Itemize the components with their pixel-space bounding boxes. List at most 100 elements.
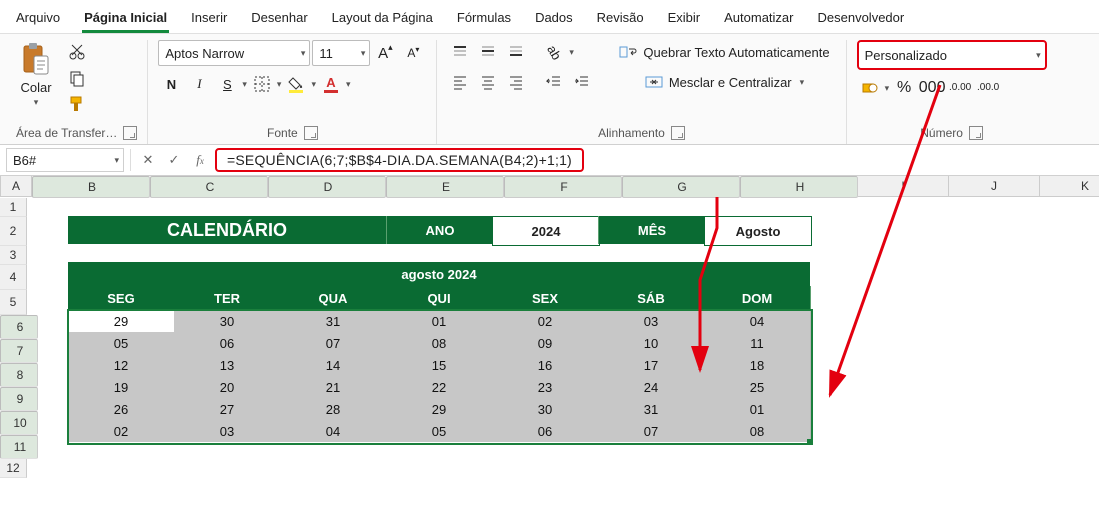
column-header[interactable]: G xyxy=(622,176,740,198)
bold-button[interactable]: N xyxy=(158,72,184,96)
column-header[interactable]: F xyxy=(504,176,622,198)
calendar-day-cell[interactable]: 18 xyxy=(704,354,811,376)
font-size-select[interactable]: 11▾ xyxy=(312,40,370,66)
calendar-day-cell[interactable]: 08 xyxy=(704,420,811,442)
column-header[interactable]: D xyxy=(268,176,386,198)
calendar-day-cell[interactable]: 01 xyxy=(704,398,811,420)
decrease-decimal-button[interactable]: .00.0 xyxy=(975,76,1001,100)
calendar-day-cell[interactable]: 05 xyxy=(386,420,493,442)
chevron-down-icon[interactable]: ▾ xyxy=(277,79,282,90)
calendar-day-cell[interactable]: 03 xyxy=(174,420,281,442)
font-name-select[interactable]: Aptos Narrow▾ xyxy=(158,40,310,66)
tab-p-gina-inicial[interactable]: Página Inicial xyxy=(72,4,179,33)
row-header[interactable]: 4 xyxy=(0,265,27,290)
day-header-cell[interactable]: SEG xyxy=(68,286,175,310)
align-right-button[interactable] xyxy=(503,70,529,94)
calendar-title-cell[interactable]: CALENDÁRIO xyxy=(68,216,386,244)
column-header[interactable]: K xyxy=(1040,176,1099,197)
calendar-day-cell[interactable]: 02 xyxy=(492,310,599,332)
row-header[interactable]: 8 xyxy=(0,363,38,387)
day-header-cell[interactable]: DOM xyxy=(704,286,811,310)
calendar-day-cell[interactable]: 31 xyxy=(280,310,387,332)
tab-dados[interactable]: Dados xyxy=(523,4,585,33)
increase-decimal-button[interactable]: .0.00 xyxy=(947,76,973,100)
tab-inserir[interactable]: Inserir xyxy=(179,4,239,33)
calendar-day-cell[interactable]: 06 xyxy=(174,332,281,354)
row-header[interactable]: 3 xyxy=(0,246,27,265)
calendar-day-cell[interactable]: 03 xyxy=(598,310,705,332)
dialog-launcher-icon[interactable] xyxy=(969,126,983,140)
calendar-day-cell[interactable]: 30 xyxy=(492,398,599,420)
copy-button[interactable] xyxy=(64,66,90,90)
column-header[interactable]: E xyxy=(386,176,504,198)
column-header[interactable]: H xyxy=(740,176,858,198)
day-header-cell[interactable]: SEX xyxy=(492,286,599,310)
tab-f-rmulas[interactable]: Fórmulas xyxy=(445,4,523,33)
row-header[interactable]: 11 xyxy=(0,435,38,459)
dialog-launcher-icon[interactable] xyxy=(123,126,137,140)
calendar-day-cell[interactable]: 13 xyxy=(174,354,281,376)
day-header-cell[interactable]: QUA xyxy=(280,286,387,310)
calendar-day-cell[interactable]: 16 xyxy=(492,354,599,376)
borders-button[interactable] xyxy=(249,72,275,96)
paste-button[interactable]: Colar ▾ xyxy=(16,40,56,110)
column-header[interactable]: J xyxy=(949,176,1040,197)
calendar-day-cell[interactable]: 04 xyxy=(704,310,811,332)
column-header[interactable]: C xyxy=(150,176,268,198)
day-header-cell[interactable]: TER xyxy=(174,286,281,310)
calendar-day-cell[interactable]: 07 xyxy=(280,332,387,354)
tab-exibir[interactable]: Exibir xyxy=(656,4,713,33)
dialog-launcher-icon[interactable] xyxy=(671,126,685,140)
calendar-day-cell[interactable]: 28 xyxy=(280,398,387,420)
calendar-day-cell[interactable]: 15 xyxy=(386,354,493,376)
calendar-day-cell[interactable]: 01 xyxy=(386,310,493,332)
calendar-day-cell[interactable]: 22 xyxy=(386,376,493,398)
tab-revis-o[interactable]: Revisão xyxy=(585,4,656,33)
name-box[interactable]: B6#▾ xyxy=(6,148,124,172)
calendar-day-cell[interactable]: 27 xyxy=(174,398,281,420)
calendar-day-cell[interactable]: 19 xyxy=(68,376,175,398)
orientation-button[interactable]: ab xyxy=(541,40,567,64)
tab-layout-da-p-gina[interactable]: Layout da Página xyxy=(320,4,445,33)
chevron-down-icon[interactable]: ▾ xyxy=(346,79,351,90)
calendar-day-cell[interactable]: 07 xyxy=(598,420,705,442)
calendar-day-cell[interactable]: 02 xyxy=(68,420,175,442)
align-top-button[interactable] xyxy=(447,40,473,64)
day-header-cell[interactable]: SÁB xyxy=(598,286,705,310)
calendar-day-cell[interactable]: 29 xyxy=(68,310,175,332)
tab-arquivo[interactable]: Arquivo xyxy=(4,4,72,33)
day-header-cell[interactable]: QUI xyxy=(386,286,493,310)
enter-formula-button[interactable]: ✓ xyxy=(161,152,187,168)
tab-desenhar[interactable]: Desenhar xyxy=(239,4,319,33)
calendar-day-cell[interactable]: 26 xyxy=(68,398,175,420)
fill-color-button[interactable] xyxy=(283,72,309,96)
decrease-indent-button[interactable] xyxy=(541,70,567,94)
calendar-day-cell[interactable]: 17 xyxy=(598,354,705,376)
row-header[interactable]: 2 xyxy=(0,217,27,246)
align-middle-button[interactable] xyxy=(475,40,501,64)
column-header[interactable]: A xyxy=(1,176,32,197)
shrink-font-button[interactable]: A▾ xyxy=(400,41,426,65)
year-label-cell[interactable]: ANO xyxy=(386,216,493,244)
italic-button[interactable]: I xyxy=(186,72,212,96)
row-header[interactable]: 6 xyxy=(0,315,38,339)
calendar-day-cell[interactable]: 24 xyxy=(598,376,705,398)
formula-input[interactable]: =SEQUÊNCIA(6;7;$B$4-DIA.DA.SEMANA(B4;2)+… xyxy=(215,148,584,172)
month-value-cell[interactable]: Agosto xyxy=(704,216,812,246)
calendar-day-cell[interactable]: 30 xyxy=(174,310,281,332)
row-header[interactable]: 9 xyxy=(0,387,38,411)
cut-button[interactable] xyxy=(64,40,90,64)
calendar-day-cell[interactable]: 20 xyxy=(174,376,281,398)
row-header[interactable]: 1 xyxy=(0,198,27,217)
align-bottom-button[interactable] xyxy=(503,40,529,64)
calendar-day-cell[interactable]: 12 xyxy=(68,354,175,376)
column-header[interactable]: I xyxy=(858,176,949,197)
calendar-day-cell[interactable]: 09 xyxy=(492,332,599,354)
calendar-day-cell[interactable]: 23 xyxy=(492,376,599,398)
calendar-day-cell[interactable]: 06 xyxy=(492,420,599,442)
calendar-day-cell[interactable]: 04 xyxy=(280,420,387,442)
tab-desenvolvedor[interactable]: Desenvolvedor xyxy=(806,4,917,33)
column-header[interactable]: B xyxy=(32,176,150,198)
chevron-down-icon[interactable]: ▾ xyxy=(569,47,574,58)
cancel-formula-button[interactable]: ✕ xyxy=(135,152,161,168)
